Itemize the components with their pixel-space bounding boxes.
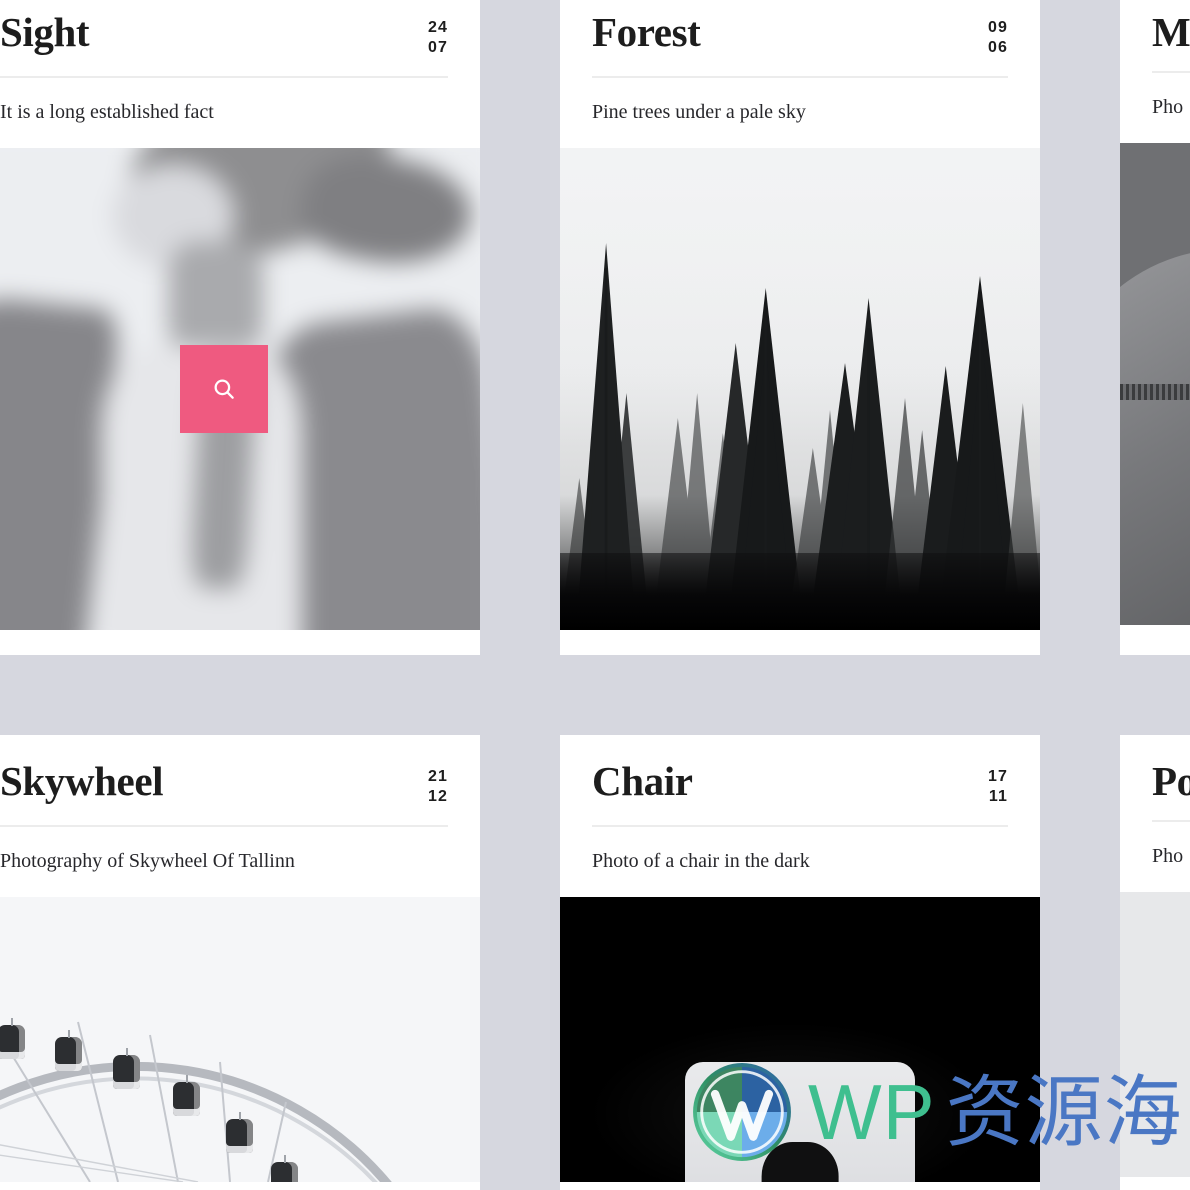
card-image[interactable]: [560, 896, 1040, 1182]
card-header: M: [1120, 0, 1190, 54]
gallery-card[interactable]: Po Pho: [1120, 735, 1190, 1190]
card-date: 21 12: [428, 761, 448, 808]
card-date-day: 09: [988, 19, 1008, 36]
photo-chair: [560, 896, 1040, 1182]
card-caption: It is a long established fact: [0, 100, 214, 123]
photo-forest: [560, 147, 1040, 630]
card-title: Sight: [0, 9, 90, 55]
gallery-card[interactable]: Forest 09 06 Pine trees under a pale sky: [560, 0, 1040, 655]
card-header: Forest 09 06: [560, 0, 1040, 59]
card-title: Po: [1152, 758, 1190, 804]
card-date-day: 24: [428, 19, 448, 36]
card-header: Skywheel 21 12: [0, 735, 480, 808]
card-date: 24 07: [428, 12, 448, 59]
card-caption: Photo of a chair in the dark: [592, 849, 810, 872]
card-header: Sight 24 07: [0, 0, 480, 59]
card-caption: Pine trees under a pale sky: [592, 100, 806, 123]
photo-portrait: [1120, 891, 1190, 1177]
search-button[interactable]: [180, 344, 268, 433]
card-image[interactable]: [1120, 891, 1190, 1177]
card-title: Chair: [592, 758, 693, 804]
card-date: 17 11: [988, 761, 1008, 808]
card-header: Po: [1120, 735, 1190, 803]
card-header: Chair 17 11: [560, 735, 1040, 808]
card-date-month: 07: [428, 39, 448, 57]
gallery-card[interactable]: M Pho: [1120, 0, 1190, 655]
card-caption: Photography of Skywheel Of Tallinn: [0, 849, 295, 872]
card-date-month: 12: [428, 788, 448, 806]
card-caption: Pho: [1152, 844, 1184, 867]
card-image[interactable]: [0, 147, 480, 630]
card-date-day: 21: [428, 768, 448, 785]
gallery-card[interactable]: Sight 24 07 It is a long established fac…: [0, 0, 480, 655]
card-image[interactable]: [1120, 142, 1190, 625]
card-title: Skywheel: [0, 758, 164, 804]
card-caption: Pho: [1152, 95, 1184, 118]
gallery-card[interactable]: Skywheel 21 12 Photography of Skywheel O…: [0, 735, 480, 1190]
photo-skywheel: [0, 896, 480, 1182]
photo-hoodie: [1120, 142, 1190, 625]
card-title: Forest: [592, 9, 701, 55]
gallery-card[interactable]: Chair 17 11 Photo of a chair in the dark: [560, 735, 1040, 1190]
card-image[interactable]: [0, 896, 480, 1182]
card-date: 09 06: [988, 12, 1008, 59]
search-icon: [214, 379, 234, 399]
card-date-month: 11: [988, 788, 1008, 806]
card-title: M: [1152, 9, 1190, 55]
card-image[interactable]: [560, 147, 1040, 630]
gallery-grid: Sight 24 07 It is a long established fac…: [0, 0, 1190, 1190]
card-date-day: 17: [988, 768, 1008, 785]
card-date-month: 06: [988, 39, 1008, 57]
